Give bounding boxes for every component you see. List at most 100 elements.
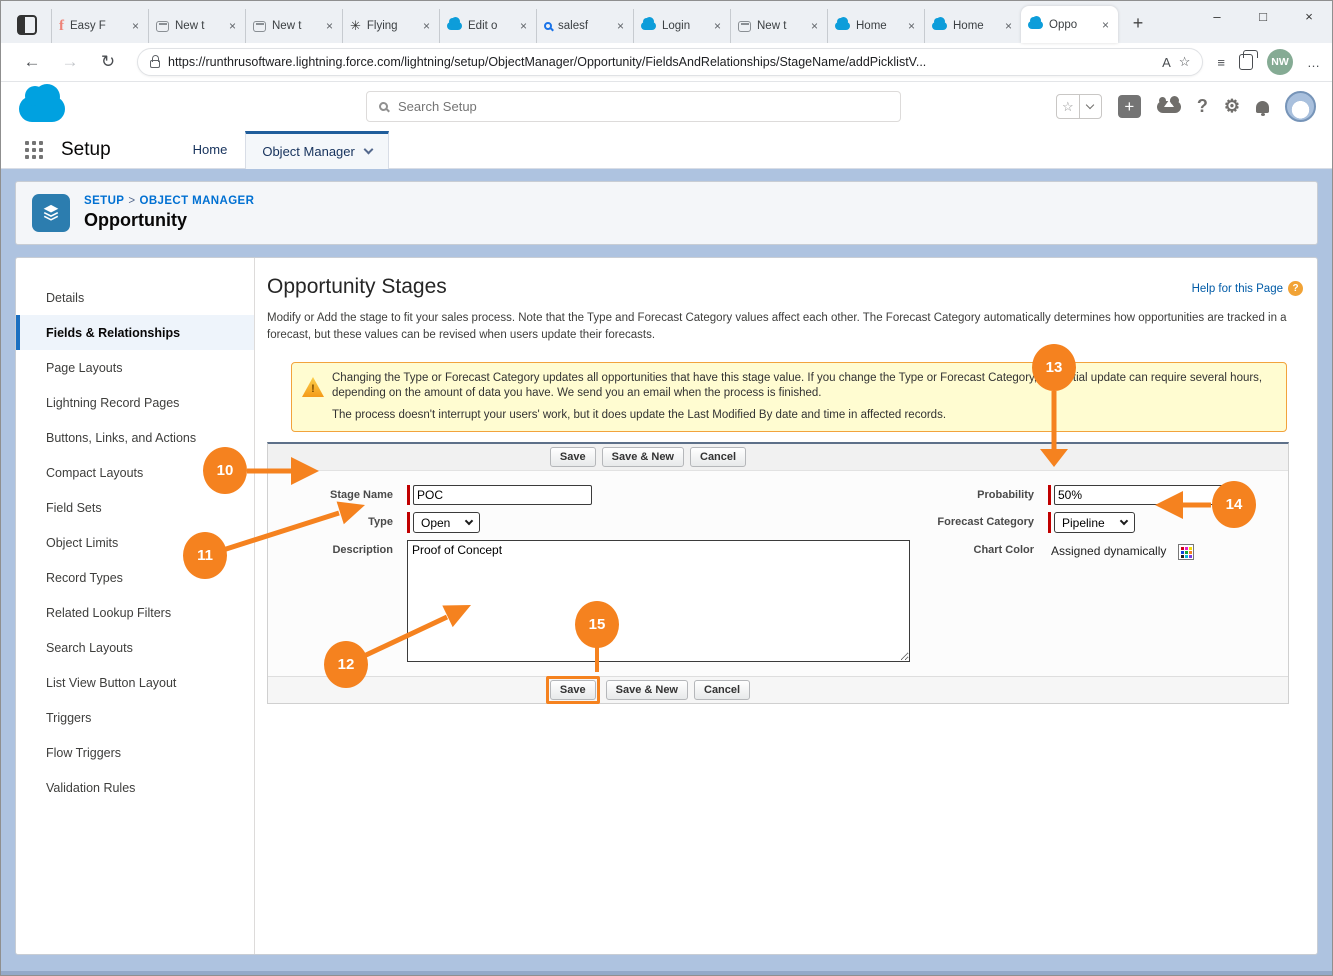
chevron-down-icon xyxy=(363,145,373,155)
refresh-icon[interactable]: ↻ xyxy=(93,47,123,77)
tab-title: New t xyxy=(175,20,221,32)
sidebar-item-validation-rules[interactable]: Validation Rules xyxy=(16,770,254,805)
tab-title: Oppo xyxy=(1049,19,1094,31)
save-and-new-button-top[interactable]: Save & New xyxy=(602,447,684,467)
browser-tab[interactable]: New t × xyxy=(730,9,827,43)
favorites-caret-icon[interactable] xyxy=(1079,95,1101,118)
tab-close-icon[interactable]: × xyxy=(615,19,626,33)
warning-text-1: Changing the Type or Forecast Category u… xyxy=(332,371,1274,401)
browser-tab[interactable]: ✳ Flying × xyxy=(342,9,439,43)
breadcrumb-object-manager-link[interactable]: OBJECT MANAGER xyxy=(139,195,254,207)
url-text: https://runthrusoftware.lightning.force.… xyxy=(168,55,1154,69)
stage-name-input[interactable] xyxy=(413,485,592,505)
facebook-f-icon: f xyxy=(59,18,64,35)
browser-tab[interactable]: New t × xyxy=(148,9,245,43)
browser-tab[interactable]: salesf × xyxy=(536,9,633,43)
annotation-badge-15: 15 xyxy=(575,601,619,648)
object-title: Opportunity xyxy=(84,210,254,231)
tab-title: New t xyxy=(272,20,318,32)
probability-input[interactable] xyxy=(1054,485,1233,505)
breadcrumb-setup-link[interactable]: SETUP xyxy=(84,195,124,207)
browser-tab[interactable]: New t × xyxy=(245,9,342,43)
address-bar[interactable]: https://runthrusoftware.lightning.force.… xyxy=(137,48,1203,76)
cancel-button-top[interactable]: Cancel xyxy=(690,447,746,467)
sidebar-item-details[interactable]: Details xyxy=(16,280,254,315)
sidebar-item-lightning-record-pages[interactable]: Lightning Record Pages xyxy=(16,385,254,420)
salesforce-logo xyxy=(19,96,65,122)
setup-search-box[interactable] xyxy=(366,91,901,122)
tab-close-icon[interactable]: × xyxy=(1100,18,1111,32)
sidebar-item-page-layouts[interactable]: Page Layouts xyxy=(16,350,254,385)
sidebar-item-flow-triggers[interactable]: Flow Triggers xyxy=(16,735,254,770)
more-menu-icon[interactable]: … xyxy=(1307,55,1320,70)
description-textarea[interactable]: Proof of Concept xyxy=(407,540,910,662)
add-favorite-icon[interactable]: ☆ xyxy=(1179,54,1191,70)
tab-close-icon[interactable]: × xyxy=(809,19,820,33)
trailhead-icon[interactable] xyxy=(1157,101,1181,113)
help-question-icon: ? xyxy=(1288,281,1303,296)
help-for-this-page-link[interactable]: Help for this Page ? xyxy=(1192,281,1303,296)
required-bar xyxy=(407,512,410,533)
lock-icon xyxy=(150,60,160,68)
annotation-badge-10: 10 xyxy=(203,447,247,494)
tab-close-icon[interactable]: × xyxy=(906,19,917,33)
setup-gear-icon[interactable]: ⚙ xyxy=(1224,96,1240,117)
notifications-bell-icon[interactable] xyxy=(1256,101,1269,113)
sidebar-item-fields-relationships[interactable]: Fields & Relationships xyxy=(16,315,254,350)
browser-tab[interactable]: Edit o × xyxy=(439,9,536,43)
new-tab-button[interactable]: + xyxy=(1124,9,1152,37)
tab-close-icon[interactable]: × xyxy=(421,19,432,33)
read-aloud-icon[interactable]: A xyxy=(1162,55,1171,70)
tab-actions-icon[interactable] xyxy=(17,15,37,35)
bottom-button-row: Save Save & New Cancel xyxy=(268,676,1288,703)
help-icon[interactable]: ? xyxy=(1197,96,1208,117)
type-select[interactable]: Open xyxy=(413,512,480,533)
tab-close-icon[interactable]: × xyxy=(130,19,141,33)
annotation-badge-14: 14 xyxy=(1212,481,1256,528)
tab-close-icon[interactable]: × xyxy=(712,19,723,33)
setup-search-input[interactable] xyxy=(398,99,888,114)
back-icon[interactable]: ← xyxy=(17,47,47,77)
window-maximize-button[interactable]: □ xyxy=(1240,1,1286,31)
window-close-button[interactable]: × xyxy=(1286,1,1332,31)
global-new-icon[interactable]: + xyxy=(1118,95,1141,118)
favorites-star-icon[interactable]: ☆ xyxy=(1057,95,1079,118)
sidebar-item-search-layouts[interactable]: Search Layouts xyxy=(16,630,254,665)
tab-close-icon[interactable]: × xyxy=(518,19,529,33)
browser-toolbar: ← → ↻ https://runthrusoftware.lightning.… xyxy=(1,43,1332,82)
app-launcher-icon[interactable] xyxy=(25,141,43,159)
favorites-bar-icon[interactable]: ≡ xyxy=(1217,55,1225,70)
browser-tab[interactable]: Home × xyxy=(827,9,924,43)
setup-app-label: Setup xyxy=(61,139,111,161)
browser-tab[interactable]: f Easy F × xyxy=(51,9,148,43)
color-palette-icon[interactable] xyxy=(1178,544,1194,560)
tab-close-icon[interactable]: × xyxy=(227,19,238,33)
tab-title: Login xyxy=(662,20,706,32)
chevron-down-icon xyxy=(1119,517,1127,525)
forecast-category-value: Pipeline xyxy=(1062,516,1105,530)
save-and-new-button-bottom[interactable]: Save & New xyxy=(606,680,688,700)
browser-profile-avatar[interactable]: NW xyxy=(1267,49,1293,75)
stage-edit-form: Save Save & New Cancel Stage Name xyxy=(267,442,1289,704)
save-button-bottom[interactable]: Save xyxy=(550,680,596,700)
browser-tab[interactable]: Login × xyxy=(633,9,730,43)
sidebar-item-related-lookup-filters[interactable]: Related Lookup Filters xyxy=(16,595,254,630)
tab-object-manager[interactable]: Object Manager xyxy=(245,131,389,169)
sidebar-item-triggers[interactable]: Triggers xyxy=(16,700,254,735)
tab-close-icon[interactable]: × xyxy=(1003,19,1014,33)
collections-icon[interactable] xyxy=(1239,54,1253,70)
favorites-combo-button[interactable]: ☆ xyxy=(1056,94,1102,119)
tab-home[interactable]: Home xyxy=(175,142,246,157)
tab-title: Easy F xyxy=(70,20,124,32)
user-avatar[interactable] xyxy=(1285,91,1316,122)
save-button-top[interactable]: Save xyxy=(550,447,596,467)
tab-close-icon[interactable]: × xyxy=(324,19,335,33)
sidebar-item-list-view-button-layout[interactable]: List View Button Layout xyxy=(16,665,254,700)
cancel-button-bottom[interactable]: Cancel xyxy=(694,680,750,700)
browser-tab-active[interactable]: Oppo × xyxy=(1021,6,1118,43)
sidebar-item-field-sets[interactable]: Field Sets xyxy=(16,490,254,525)
warning-text-2: The process doesn't interrupt your users… xyxy=(332,408,1274,423)
forecast-category-select[interactable]: Pipeline xyxy=(1054,512,1135,533)
window-minimize-button[interactable]: – xyxy=(1194,1,1240,31)
browser-tab[interactable]: Home × xyxy=(924,9,1021,43)
